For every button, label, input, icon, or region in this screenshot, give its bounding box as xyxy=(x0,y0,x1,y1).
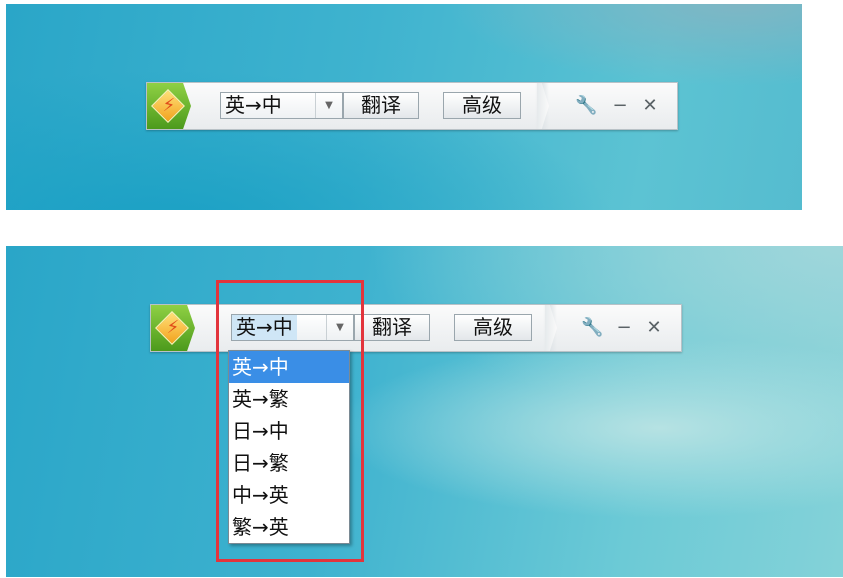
app-logo-icon[interactable]: ⚡ xyxy=(147,83,191,129)
toolbar-divider xyxy=(543,305,557,351)
chevron-down-icon[interactable]: ▼ xyxy=(315,93,342,118)
toolbar-divider xyxy=(535,83,549,129)
minimize-icon[interactable]: − xyxy=(613,316,635,340)
minimize-icon[interactable]: − xyxy=(609,94,631,118)
screenshot-bottom: ⚡ 英→中 ▼ 翻译 高级 🔧 − ✕ 英→中 英→繁 日→中 日→繁 中→英 … xyxy=(6,246,843,577)
highlight-box xyxy=(216,280,364,562)
screenshot-top: ⚡ 英→中 ▼ 翻译 高级 🔧 − ✕ xyxy=(6,4,802,210)
wrench-icon[interactable]: 🔧 xyxy=(575,94,597,118)
language-value: 英→中 xyxy=(225,93,282,117)
translator-toolbar-top: ⚡ 英→中 ▼ 翻译 高级 🔧 − ✕ xyxy=(146,82,678,130)
lightning-icon: ⚡ xyxy=(166,317,180,338)
translate-button[interactable]: 翻译 xyxy=(354,314,430,341)
app-logo-icon[interactable]: ⚡ xyxy=(151,305,195,351)
translate-button[interactable]: 翻译 xyxy=(343,92,419,119)
language-combobox[interactable]: 英→中 ▼ xyxy=(220,92,343,119)
lightning-icon: ⚡ xyxy=(162,95,176,116)
advanced-button[interactable]: 高级 xyxy=(443,92,521,119)
close-icon[interactable]: ✕ xyxy=(639,94,661,118)
close-icon[interactable]: ✕ xyxy=(643,316,665,340)
wrench-icon[interactable]: 🔧 xyxy=(581,316,603,340)
advanced-button[interactable]: 高级 xyxy=(454,314,532,341)
